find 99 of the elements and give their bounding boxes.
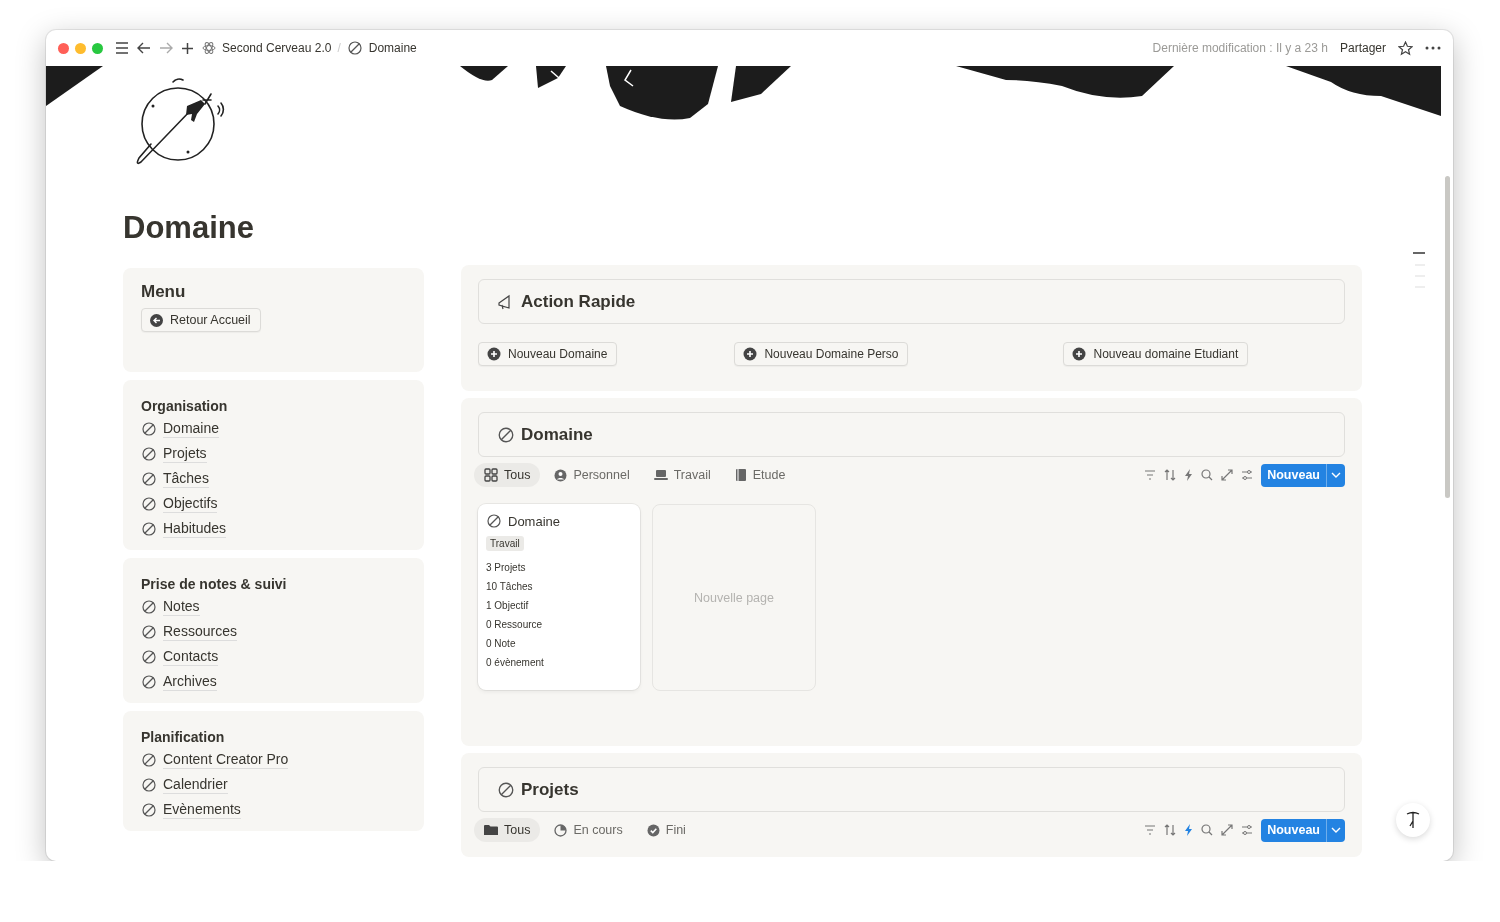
section-heading: Menu	[141, 282, 186, 302]
grid-icon	[484, 468, 498, 482]
quick-action-button[interactable]: Nouveau Domaine	[478, 342, 618, 366]
view-tab[interactable]: Fini	[636, 818, 696, 842]
gallery-card[interactable]: Domaine Travail 3 Projets 10 Tâches 1 Objectif 0 Ressource 0 Note 0 évènement	[478, 504, 640, 690]
pie-chart-icon	[554, 823, 568, 837]
sketch-icon	[141, 624, 157, 640]
sketch-icon	[497, 425, 515, 444]
sidebar-link[interactable]: Domaine	[163, 420, 220, 438]
breadcrumb-separator: /	[337, 41, 341, 55]
sidebar-link[interactable]: Tâches	[163, 470, 209, 488]
settings-icon[interactable]	[1241, 825, 1254, 835]
card-property: 3 Projets	[486, 562, 526, 573]
quick-action-button[interactable]: Nouveau domaine Etudiant	[1063, 342, 1249, 366]
menu-icon[interactable]	[115, 42, 129, 54]
folder-icon	[484, 824, 498, 836]
section-heading: Planification	[141, 729, 225, 745]
section-heading: Organisation	[141, 398, 228, 414]
view-tab[interactable]: En cours	[544, 818, 633, 842]
sketch-icon	[141, 471, 157, 487]
outline-icon[interactable]	[1412, 252, 1426, 290]
sketch-icon	[141, 649, 157, 665]
plus-icon[interactable]	[181, 41, 194, 55]
sketch-icon	[141, 421, 157, 437]
back-circle-icon	[150, 313, 163, 327]
sidebar-link[interactable]: Objectifs	[163, 495, 218, 513]
chevron-down-icon	[1331, 827, 1341, 833]
sketch-icon	[141, 674, 157, 690]
new-button[interactable]: Nouveau	[1261, 818, 1345, 842]
person-icon	[554, 468, 568, 482]
view-tab[interactable]: Tous	[474, 818, 541, 842]
back-home-button[interactable]: Retour Accueil	[141, 308, 261, 332]
sort-icon[interactable]	[1164, 469, 1177, 481]
chevron-down-icon	[1331, 472, 1341, 478]
section-heading: Action Rapide	[521, 291, 636, 312]
plus-circle-icon	[1072, 347, 1087, 361]
quick-action-button[interactable]: Nouveau Domaine Perso	[734, 342, 909, 366]
sketch-icon	[497, 780, 515, 799]
sketch-icon	[141, 802, 157, 818]
sidebar-link[interactable]: Ressources	[163, 623, 237, 641]
card-property: 0 Note	[486, 638, 516, 649]
sidebar-link[interactable]: Archives	[163, 673, 217, 691]
section-heading: Domaine	[521, 424, 593, 445]
plus-circle-icon	[487, 347, 501, 361]
view-tab[interactable]: Etude	[724, 463, 796, 487]
tag: Travail	[486, 536, 524, 551]
search-icon[interactable]	[1201, 824, 1214, 836]
sidebar-link[interactable]: Contacts	[163, 648, 219, 666]
atom-icon	[202, 41, 216, 55]
sidebar-link[interactable]: Calendrier	[163, 776, 228, 794]
breadcrumb-link[interactable]: Second Cerveau 2.0	[222, 41, 332, 55]
card-title: Domaine	[508, 513, 561, 529]
sidebar-link[interactable]: Evènements	[163, 801, 241, 819]
settings-icon[interactable]	[1241, 470, 1254, 480]
share-button[interactable]: Partager	[1339, 41, 1386, 55]
window-control-button[interactable]	[92, 42, 103, 54]
view-tab[interactable]: Tous	[474, 463, 541, 487]
scrollbar[interactable]	[1445, 176, 1450, 498]
forward-arrow-icon[interactable]	[159, 42, 173, 54]
section-heading: Projets	[521, 779, 579, 800]
view-tab[interactable]: Personnel	[544, 463, 640, 487]
star-icon[interactable]	[1398, 40, 1413, 56]
sketch-icon	[141, 777, 157, 793]
sketch-icon	[486, 513, 502, 529]
sidebar-link[interactable]: Notes	[163, 598, 200, 616]
view-tab[interactable]: Travail	[643, 463, 721, 487]
check-circle-icon	[646, 823, 660, 837]
sketch-icon	[141, 446, 157, 462]
help-button[interactable]	[1396, 803, 1430, 837]
new-button[interactable]: Nouveau	[1261, 463, 1345, 487]
new-page-label: Nouvelle page	[694, 590, 774, 605]
back-arrow-icon[interactable]	[137, 42, 151, 54]
sketch-icon	[141, 521, 157, 537]
card-property: 0 évènement	[486, 657, 544, 668]
sketch-icon	[141, 599, 157, 615]
window-control-button[interactable]	[58, 42, 69, 54]
breadcrumb-link[interactable]: Domaine	[368, 41, 417, 55]
sketch-icon	[346, 40, 363, 56]
sort-icon[interactable]	[1164, 824, 1177, 836]
more-icon[interactable]	[1425, 46, 1441, 50]
card-property: 10 Tâches	[486, 581, 533, 592]
sidebar-link[interactable]: Habitudes	[163, 520, 227, 538]
section-heading: Prise de notes & suivi	[141, 576, 287, 592]
last-edited-text: Dernière modification : Il y a 23 h	[1152, 41, 1328, 55]
search-icon[interactable]	[1201, 469, 1214, 481]
expand-icon[interactable]	[1221, 824, 1234, 836]
plus-circle-icon	[743, 347, 758, 361]
sidebar-link[interactable]: Content Creator Pro	[163, 751, 289, 769]
lightning-icon[interactable]	[1184, 469, 1194, 481]
sidebar-link[interactable]: Projets	[163, 445, 207, 463]
expand-icon[interactable]	[1221, 469, 1234, 481]
sketch-icon	[141, 752, 157, 768]
lightning-icon[interactable]	[1184, 824, 1194, 836]
laptop-icon	[653, 469, 668, 481]
page-title: Domaine	[123, 210, 254, 246]
card-property: 1 Objectif	[486, 600, 529, 611]
card-property: 0 Ressource	[486, 619, 543, 630]
sketch-icon	[141, 496, 157, 512]
book-icon	[734, 468, 747, 482]
